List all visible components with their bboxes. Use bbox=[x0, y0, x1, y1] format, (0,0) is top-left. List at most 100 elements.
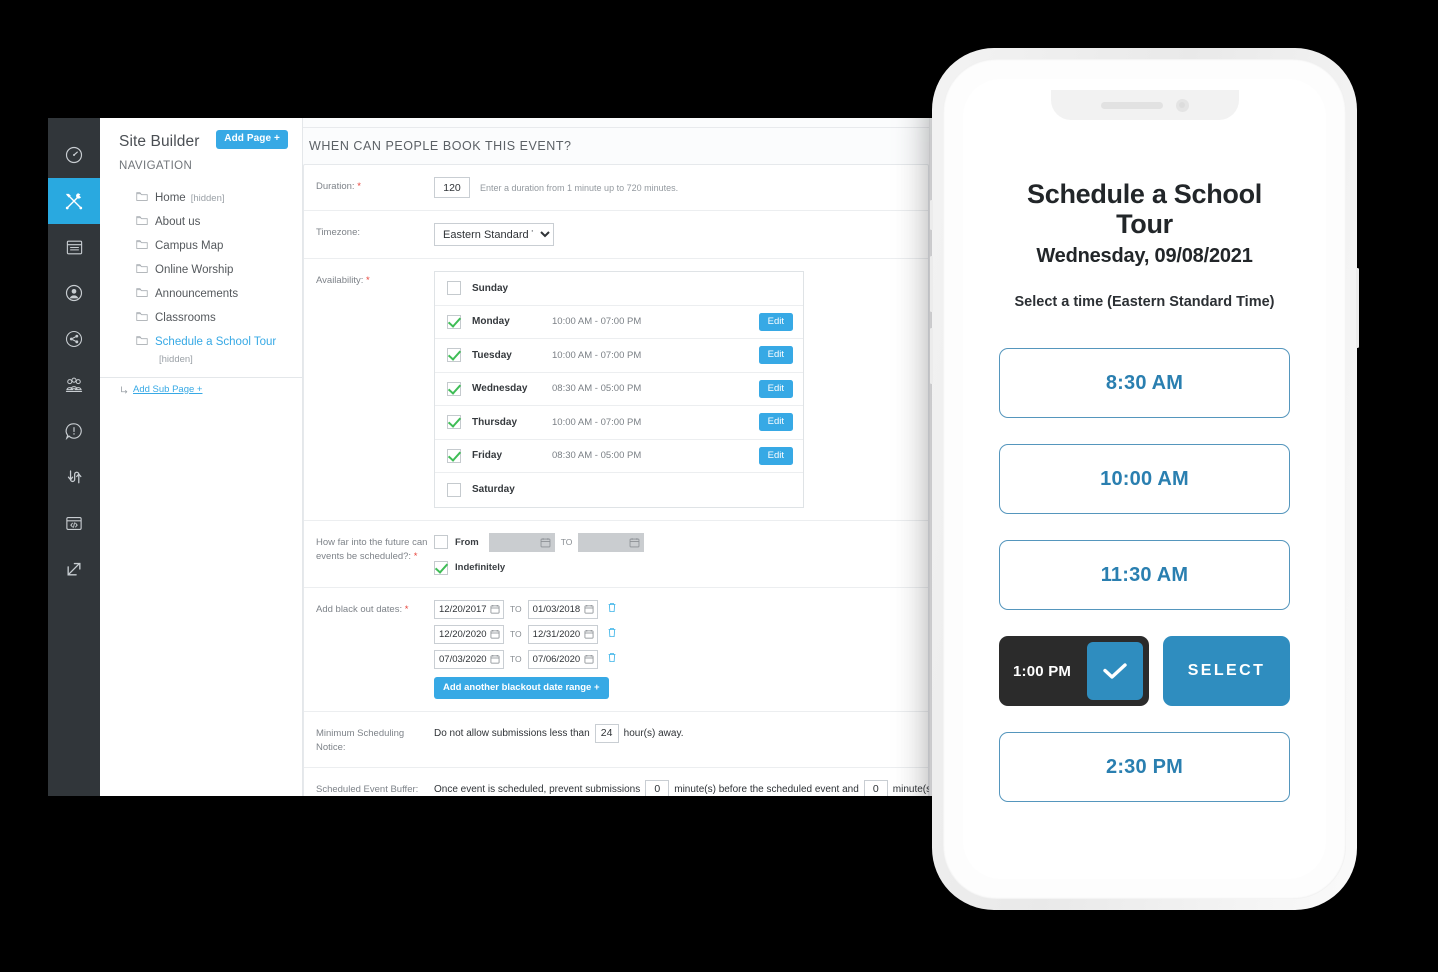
phone-power-button bbox=[1356, 268, 1359, 348]
time-slot-11-30-am[interactable]: 11:30 AM bbox=[999, 540, 1290, 611]
day-label: Thursday bbox=[472, 416, 518, 428]
blackout-range-row: 07/03/2020 TO 07/06/2020 bbox=[434, 649, 928, 669]
day-time-range: 10:00 AM - 07:00 PM bbox=[552, 316, 642, 328]
future-to-date-input[interactable] bbox=[578, 532, 645, 552]
day-label: Monday bbox=[472, 316, 510, 328]
alert-icon[interactable] bbox=[48, 408, 100, 454]
min-notice-hours-input[interactable] bbox=[594, 723, 619, 743]
time-slot-list: 8:30 AM 10:00 AM 11:30 AM 1:00 PM SELECT 2:30… bbox=[999, 348, 1290, 803]
blackout-range-row: 12/20/2017 TO 01/03/2018 bbox=[434, 599, 928, 619]
day-label: Friday bbox=[472, 450, 503, 462]
blackout-start-date-value: 07/03/2020 bbox=[439, 653, 487, 665]
from-checkbox[interactable] bbox=[434, 535, 448, 549]
folder-icon bbox=[136, 216, 148, 225]
dashboard-icon[interactable] bbox=[48, 132, 100, 178]
trash-icon bbox=[608, 627, 616, 638]
time-slot-label: 2:30 PM bbox=[1106, 755, 1183, 778]
navigation-list: Home [hidden] About us Campus Map Online Wor… bbox=[100, 186, 302, 368]
add-sub-page-link[interactable]: Add Sub Page + bbox=[100, 378, 302, 395]
add-page-button[interactable]: Add Page + bbox=[216, 130, 288, 149]
edit-day-button[interactable]: Edit bbox=[758, 413, 793, 432]
timezone-select[interactable]: Eastern Standard Time bbox=[434, 223, 554, 246]
site-builder-window: Site Builder Add Page + NAVIGATION Home [… bbox=[48, 118, 943, 796]
future-scheduling-label: How far into the future can events be sc… bbox=[316, 536, 428, 562]
share-icon[interactable] bbox=[48, 316, 100, 362]
nav-item-label: Announcements bbox=[155, 288, 239, 300]
user-icon[interactable] bbox=[48, 270, 100, 316]
blackout-start-date-input[interactable]: 12/20/2017 bbox=[434, 599, 504, 619]
front-camera-icon bbox=[1175, 98, 1189, 112]
code-icon[interactable] bbox=[48, 500, 100, 546]
blackout-end-date-value: 07/06/2020 bbox=[532, 653, 581, 665]
nav-item-home[interactable]: Home [hidden] bbox=[100, 186, 302, 210]
tools-icon[interactable] bbox=[48, 178, 100, 224]
buffer-before-input[interactable] bbox=[645, 779, 670, 796]
availability-row-tuesday: Tuesday 10:00 AM - 07:00 PM Edit bbox=[435, 339, 803, 373]
time-slot-10-00-am[interactable]: 10:00 AM bbox=[999, 444, 1290, 515]
transfer-icon[interactable] bbox=[48, 454, 100, 500]
day-time-range: 08:30 AM - 05:00 PM bbox=[552, 450, 642, 462]
edit-day-button[interactable]: Edit bbox=[758, 446, 793, 465]
edit-day-button[interactable]: Edit bbox=[758, 379, 793, 398]
day-time-range: 08:30 AM - 05:00 PM bbox=[552, 383, 642, 395]
time-slot-8-30-am[interactable]: 8:30 AM bbox=[999, 348, 1290, 419]
booking-subtitle: Select a time (Eastern Standard Time) bbox=[1014, 294, 1275, 311]
indefinitely-checkbox[interactable] bbox=[434, 560, 448, 575]
nav-item-campus-map[interactable]: Campus Map bbox=[100, 234, 302, 258]
calendar-icon bbox=[490, 630, 500, 639]
delete-blackout-range-button[interactable] bbox=[607, 625, 617, 643]
timezone-label: Timezone: bbox=[316, 227, 360, 238]
min-notice-text-before: Do not allow submissions less than bbox=[434, 727, 590, 739]
duration-input[interactable] bbox=[434, 177, 470, 198]
blackout-start-date-value: 12/20/2017 bbox=[439, 603, 487, 615]
add-blackout-range-button[interactable]: Add another blackout date range + bbox=[434, 676, 609, 699]
delete-blackout-range-button[interactable] bbox=[607, 650, 617, 668]
edit-day-button[interactable]: Edit bbox=[758, 346, 793, 365]
add-sub-page-label: Add Sub Page + bbox=[133, 384, 203, 395]
blackout-end-date-input[interactable]: 01/03/2018 bbox=[527, 599, 598, 619]
blackout-end-date-input[interactable]: 12/31/2020 bbox=[527, 624, 598, 644]
calendar-icon bbox=[490, 605, 500, 614]
edit-day-button[interactable]: Edit bbox=[758, 312, 793, 331]
day-checkbox[interactable] bbox=[447, 314, 461, 329]
nav-item-schedule-a-school-tour[interactable]: Schedule a School Tour bbox=[100, 330, 302, 354]
nav-item-about-us[interactable]: About us bbox=[100, 210, 302, 234]
blackout-start-date-value: 12/20/2020 bbox=[439, 628, 487, 640]
time-slot-selected[interactable]: 1:00 PM bbox=[999, 636, 1149, 707]
page-title: Site Builder bbox=[119, 133, 200, 150]
booking-date: Wednesday, 09/08/2021 bbox=[1036, 245, 1253, 268]
site-builder-sidebar: Site Builder Add Page + NAVIGATION Home [… bbox=[100, 118, 303, 796]
time-slot-2-30-pm[interactable]: 2:30 PM bbox=[999, 732, 1290, 803]
folder-icon bbox=[136, 312, 148, 321]
blackout-end-date-input[interactable]: 07/06/2020 bbox=[527, 649, 598, 669]
buffer-text-before: Once event is scheduled, prevent submiss… bbox=[434, 783, 641, 795]
blackout-end-date-value: 01/03/2018 bbox=[532, 603, 581, 615]
phone-volume-down-button bbox=[930, 328, 933, 384]
external-link-icon[interactable] bbox=[48, 546, 100, 592]
required-marker: * bbox=[404, 603, 409, 615]
delete-blackout-range-button[interactable] bbox=[607, 600, 617, 618]
event-buffer-label: Scheduled Event Buffer: bbox=[316, 783, 419, 795]
sidebar-header: Site Builder Add Page + bbox=[100, 130, 302, 152]
navigation-heading: NAVIGATION bbox=[119, 160, 193, 172]
nav-item-announcements[interactable]: Announcements bbox=[100, 282, 302, 306]
buffer-after-input[interactable] bbox=[863, 779, 888, 796]
select-time-button[interactable]: SELECT bbox=[1163, 636, 1290, 707]
day-checkbox[interactable] bbox=[447, 482, 461, 497]
future-from-date-input[interactable] bbox=[488, 532, 555, 552]
day-checkbox[interactable] bbox=[447, 415, 461, 430]
nav-item-classrooms[interactable]: Classrooms bbox=[100, 306, 302, 330]
future-to-label: TO bbox=[560, 537, 573, 547]
nav-item-online-worship[interactable]: Online Worship bbox=[100, 258, 302, 282]
day-checkbox[interactable] bbox=[447, 381, 461, 396]
day-checkbox[interactable] bbox=[447, 348, 461, 363]
duration-hint: Enter a duration from 1 minute up to 720… bbox=[480, 182, 679, 193]
pages-icon[interactable] bbox=[48, 224, 100, 270]
group-icon[interactable] bbox=[48, 362, 100, 408]
day-checkbox[interactable] bbox=[447, 281, 461, 296]
blackout-start-date-input[interactable]: 07/03/2020 bbox=[434, 649, 504, 669]
form-top-divider bbox=[303, 118, 943, 128]
blackout-start-date-input[interactable]: 12/20/2020 bbox=[434, 624, 504, 644]
day-checkbox[interactable] bbox=[447, 448, 461, 463]
calendar-icon bbox=[630, 537, 640, 547]
